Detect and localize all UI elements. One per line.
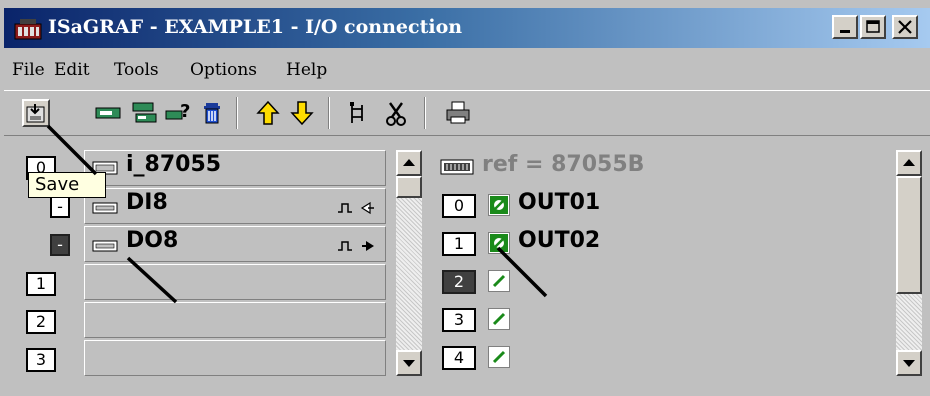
annotation-lines — [46, 124, 548, 304]
app-window: ISaGRAF - EXAMPLE1 - I/O connection File… — [0, 0, 930, 396]
